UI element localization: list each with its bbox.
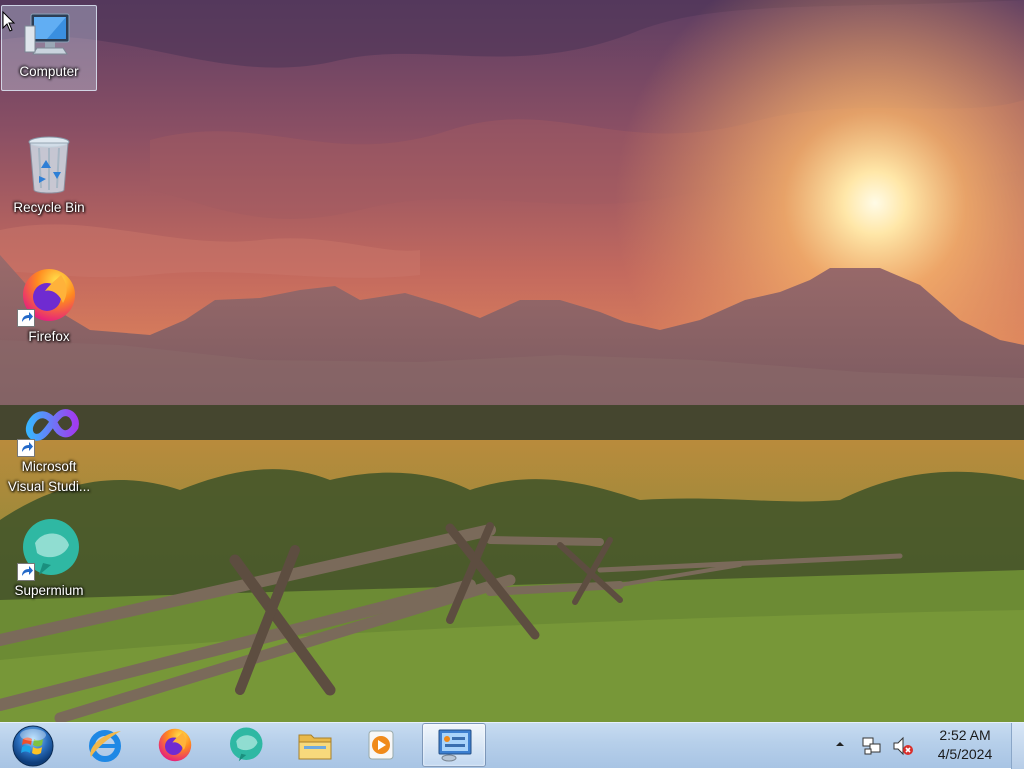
supermium-icon [17,517,81,581]
computer-icon [17,6,81,62]
taskbar-control-panel[interactable] [422,723,486,767]
desktop-icon-recycle-bin[interactable]: Recycle Bin [1,133,97,219]
taskbar-firefox[interactable] [144,725,206,765]
start-orb-icon [12,725,54,767]
taskbar-internet-explorer[interactable] [74,725,136,765]
desktop-icon-label: Computer [19,64,79,79]
shortcut-arrow-icon [17,309,35,327]
control-panel-icon [438,729,472,762]
desktop-icon-label: Microsoft Visual Studi... [7,459,91,494]
clock-date: 4/5/2024 [937,746,993,762]
network-icon[interactable] [862,736,882,761]
visual-studio-icon [17,405,81,457]
supermium-icon [230,727,263,762]
internet-explorer-icon [89,730,121,762]
shortcut-arrow-icon [17,439,35,457]
volume-muted-icon[interactable] [892,735,914,762]
system-clock[interactable]: 2:52 AM 4/5/2024 [922,726,1008,764]
taskbar-supermium[interactable] [214,725,276,765]
recycle-bin-icon [17,134,81,198]
desktop-icon-firefox[interactable]: Firefox [1,262,97,348]
show-hidden-icons-button[interactable] [834,737,846,756]
show-desktop-button[interactable] [1011,723,1024,769]
media-player-icon [368,730,394,760]
start-button[interactable] [9,723,57,769]
desktop-icon-visual-studio[interactable]: Microsoft Visual Studi... [1,404,97,498]
desktop-icon-label: Supermium [14,583,84,598]
firefox-icon [17,263,81,327]
desktop-icon-label: Firefox [28,329,70,344]
desktop-wallpaper [0,0,1024,722]
taskbar-media-player[interactable] [350,725,412,765]
taskbar-file-explorer[interactable] [284,725,346,765]
folder-icon [298,734,332,760]
mouse-cursor-icon [2,10,16,38]
clock-time: 2:52 AM [939,727,991,743]
firefox-icon [158,728,192,762]
taskbar: 2:52 AM 4/5/2024 [0,722,1024,769]
desktop-icon-label: Recycle Bin [13,200,85,215]
shortcut-arrow-icon [17,563,35,581]
desktop-icon-supermium[interactable]: Supermium [1,516,97,602]
